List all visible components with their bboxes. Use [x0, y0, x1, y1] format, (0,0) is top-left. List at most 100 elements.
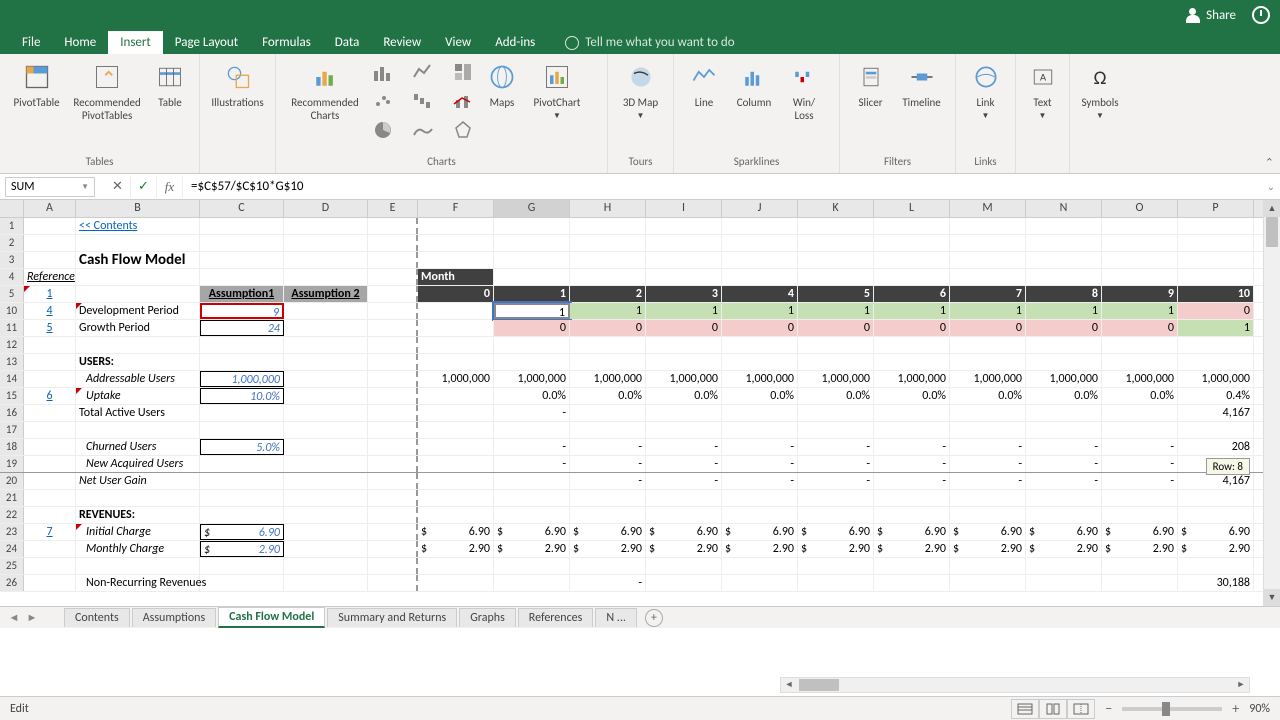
cell[interactable]: [950, 354, 1026, 370]
cell[interactable]: [200, 252, 284, 268]
cell[interactable]: [284, 558, 368, 574]
cell[interactable]: -: [798, 439, 874, 455]
cell[interactable]: Assumption 2: [284, 286, 368, 302]
cell[interactable]: [24, 218, 76, 234]
cell[interactable]: 1,000,000: [1026, 371, 1102, 387]
cell[interactable]: [798, 252, 874, 268]
row-header[interactable]: 21: [0, 490, 24, 506]
cell[interactable]: -: [722, 473, 798, 489]
cell[interactable]: [200, 422, 284, 438]
cell[interactable]: -: [798, 473, 874, 489]
sheet-nav-next[interactable]: ►: [24, 611, 40, 624]
cell[interactable]: [1026, 235, 1102, 251]
cell[interactable]: [1026, 507, 1102, 523]
name-box[interactable]: SUM ▼: [5, 177, 95, 197]
cell[interactable]: [570, 337, 646, 353]
tab-review[interactable]: Review: [371, 31, 433, 54]
cell[interactable]: 1: [798, 303, 874, 319]
cell[interactable]: 4: [722, 286, 798, 302]
cell[interactable]: 0: [646, 320, 722, 336]
cell[interactable]: [1102, 422, 1178, 438]
cell[interactable]: [494, 558, 570, 574]
cell[interactable]: [874, 507, 950, 523]
cell[interactable]: [418, 405, 494, 421]
cell[interactable]: [200, 405, 284, 421]
cell[interactable]: -: [1026, 439, 1102, 455]
pivotchart-button[interactable]: PivotChart▼: [527, 59, 587, 124]
row-header[interactable]: 15: [0, 388, 24, 404]
cell[interactable]: [722, 235, 798, 251]
cell[interactable]: [418, 320, 494, 336]
cell[interactable]: 1: [1102, 303, 1178, 319]
cell[interactable]: [200, 235, 284, 251]
cell[interactable]: -: [950, 473, 1026, 489]
cell[interactable]: [284, 252, 368, 268]
cell[interactable]: $2.90: [798, 541, 874, 557]
cell[interactable]: 10: [1178, 286, 1254, 302]
cell[interactable]: [570, 235, 646, 251]
cell[interactable]: [24, 507, 76, 523]
cell[interactable]: [798, 422, 874, 438]
col-header-H[interactable]: H: [570, 200, 646, 217]
cell[interactable]: $6.90: [570, 524, 646, 540]
cell[interactable]: 1,000,000: [1102, 371, 1178, 387]
maps-button[interactable]: Maps: [480, 59, 524, 111]
col-header-J[interactable]: J: [722, 200, 798, 217]
cell[interactable]: [570, 558, 646, 574]
cell[interactable]: [368, 507, 418, 523]
cell[interactable]: $6.90: [200, 524, 284, 540]
cell[interactable]: [368, 575, 418, 591]
cell[interactable]: [494, 235, 570, 251]
cell[interactable]: $6.90: [1178, 524, 1254, 540]
cell[interactable]: 6: [24, 388, 76, 404]
cell[interactable]: -: [1026, 473, 1102, 489]
cell[interactable]: [418, 456, 494, 472]
cell[interactable]: [1026, 575, 1102, 591]
cell[interactable]: [418, 354, 494, 370]
cell[interactable]: [646, 354, 722, 370]
cell[interactable]: Development Period: [76, 303, 200, 319]
cell[interactable]: [494, 422, 570, 438]
cell[interactable]: [1026, 422, 1102, 438]
row-header[interactable]: 25: [0, 558, 24, 574]
cell[interactable]: $2.90: [1026, 541, 1102, 557]
cell[interactable]: USERS:: [76, 354, 200, 370]
cell[interactable]: [722, 558, 798, 574]
cell[interactable]: $6.90: [1102, 524, 1178, 540]
cell[interactable]: [722, 354, 798, 370]
cell[interactable]: [76, 269, 200, 285]
cell[interactable]: 1,000,000: [950, 371, 1026, 387]
cell[interactable]: 0.0%: [950, 388, 1026, 404]
sheet-nav-prev[interactable]: ◄: [6, 611, 22, 624]
cell[interactable]: [368, 337, 418, 353]
cell[interactable]: [418, 575, 494, 591]
cell[interactable]: [24, 252, 76, 268]
cell[interactable]: 0.0%: [798, 388, 874, 404]
cell[interactable]: -: [646, 473, 722, 489]
row-header[interactable]: 26: [0, 575, 24, 591]
cell[interactable]: 0: [1102, 320, 1178, 336]
history-icon[interactable]: [1252, 6, 1270, 24]
cell[interactable]: 7: [950, 286, 1026, 302]
cell[interactable]: [24, 371, 76, 387]
cell[interactable]: 0.0%: [646, 388, 722, 404]
row-header[interactable]: 5: [0, 286, 24, 302]
row-header[interactable]: 3: [0, 252, 24, 268]
cell[interactable]: [874, 252, 950, 268]
cell[interactable]: [798, 575, 874, 591]
cell[interactable]: [1026, 337, 1102, 353]
cell[interactable]: [950, 269, 1026, 285]
cell[interactable]: -: [722, 439, 798, 455]
cell[interactable]: 1: [722, 303, 798, 319]
cell[interactable]: [368, 473, 418, 489]
cell[interactable]: [284, 456, 368, 472]
cell[interactable]: [24, 456, 76, 472]
text-button[interactable]: A Text▼: [1023, 59, 1063, 124]
sheet-tab-contents[interactable]: Contents: [64, 608, 130, 627]
cell[interactable]: Assumption1: [200, 286, 284, 302]
tab-data[interactable]: Data: [323, 31, 372, 54]
cell[interactable]: $2.90: [570, 541, 646, 557]
cell[interactable]: 0.0%: [494, 388, 570, 404]
cell[interactable]: 5: [24, 320, 76, 336]
cell[interactable]: [284, 439, 368, 455]
